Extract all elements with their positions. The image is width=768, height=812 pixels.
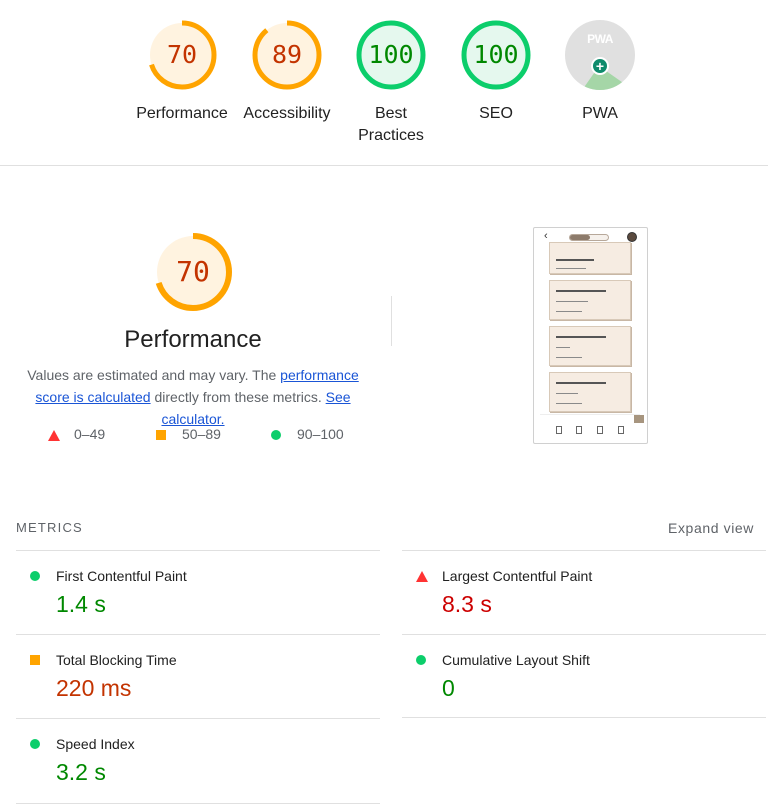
green-circle-icon [30, 571, 40, 581]
thumbnail-bottom-nav [534, 424, 647, 443]
description-text: directly from these metrics. [150, 389, 326, 405]
back-arrow-icon: ‹ [544, 230, 548, 242]
description-text: Values are estimated and may vary. The [27, 367, 281, 383]
thumbnail-card [549, 242, 631, 274]
metric-name: Cumulative Layout Shift [442, 652, 590, 668]
gauge-ring: 100 [356, 20, 426, 90]
gauge-score: 89 [271, 40, 303, 69]
gauge-score: 70 [166, 40, 198, 69]
green-circle-icon [30, 739, 40, 749]
legend-range: 0–49 [74, 426, 106, 442]
category-gauges: 70 Performance 89 Accessibility 100 Best… [0, 0, 768, 166]
red-triangle-icon [48, 430, 60, 441]
avatar [627, 232, 637, 242]
gauge-best-practices[interactable]: 100 Best Practices [336, 20, 446, 147]
metric-first-contentful-paint: First Contentful Paint 1.4 s [16, 550, 380, 634]
pwa-badge-text: PWA [587, 32, 613, 46]
gauge-label: SEO [479, 105, 513, 122]
expand-view-button[interactable]: Expand view [668, 520, 754, 536]
gauge-seo[interactable]: 100 SEO [441, 20, 551, 125]
orange-square-icon [156, 430, 166, 440]
gauge-ring: 70 [147, 20, 217, 90]
performance-gauge: 70 [153, 232, 233, 312]
legend-range: 50–89 [182, 426, 221, 442]
gauge-score: 100 [368, 40, 414, 69]
metric-value: 3.2 s [56, 759, 106, 785]
segment-toggle [569, 234, 609, 241]
section-divider [391, 296, 392, 346]
metric-name: Total Blocking Time [56, 652, 177, 668]
metric-total-blocking-time: Total Blocking Time 220 ms [16, 634, 380, 718]
gauge-score: 100 [473, 40, 519, 69]
gauge-label: Best Practices [336, 103, 446, 147]
gauge-label: Accessibility [243, 105, 331, 122]
gauge-ring: 89 [252, 20, 322, 90]
legend-range: 90–100 [297, 426, 344, 442]
gauge-label: PWA [582, 105, 618, 122]
metric-speed-index: Speed Index 3.2 s [16, 718, 380, 804]
gauge-label-line2: Practices [358, 127, 424, 144]
metric-value: 8.3 s [442, 591, 492, 617]
performance-description: Values are estimated and may vary. The p… [16, 364, 370, 430]
metric-name: Largest Contentful Paint [442, 568, 593, 584]
green-circle-icon [271, 430, 281, 440]
green-circle-icon [416, 655, 426, 665]
thumbnail-input [540, 414, 644, 423]
thumbnail-card [549, 372, 631, 412]
gauge-pwa[interactable]: PWA + PWA [545, 20, 655, 125]
metric-name: First Contentful Paint [56, 568, 187, 584]
performance-title: Performance [124, 326, 262, 353]
red-triangle-icon [416, 571, 428, 582]
thumbnail-card [549, 280, 631, 320]
gauge-performance[interactable]: 70 Performance [127, 20, 237, 125]
gauge-label-line1: Best [374, 105, 407, 122]
metric-name: Speed Index [56, 736, 135, 752]
pwa-badge-icon: PWA + [565, 20, 635, 90]
metric-value: 220 ms [56, 675, 132, 701]
gauge-ring: PWA + [565, 20, 635, 90]
thumbnail-card [549, 326, 631, 366]
gauge-ring: 100 [461, 20, 531, 90]
final-screenshot-thumbnail[interactable]: ‹ [533, 227, 648, 444]
gauge-accessibility[interactable]: 89 Accessibility [232, 20, 342, 125]
orange-square-icon [30, 655, 40, 665]
plus-icon: + [591, 57, 609, 75]
performance-score: 70 [176, 255, 210, 288]
metric-largest-contentful-paint: Largest Contentful Paint 8.3 s [402, 550, 766, 634]
metric-cumulative-layout-shift: Cumulative Layout Shift 0 [402, 634, 766, 718]
metric-value: 1.4 s [56, 591, 106, 617]
metrics-heading: METRICS [16, 520, 83, 535]
metric-value: 0 [442, 675, 455, 701]
gauge-label: Performance [136, 105, 228, 122]
